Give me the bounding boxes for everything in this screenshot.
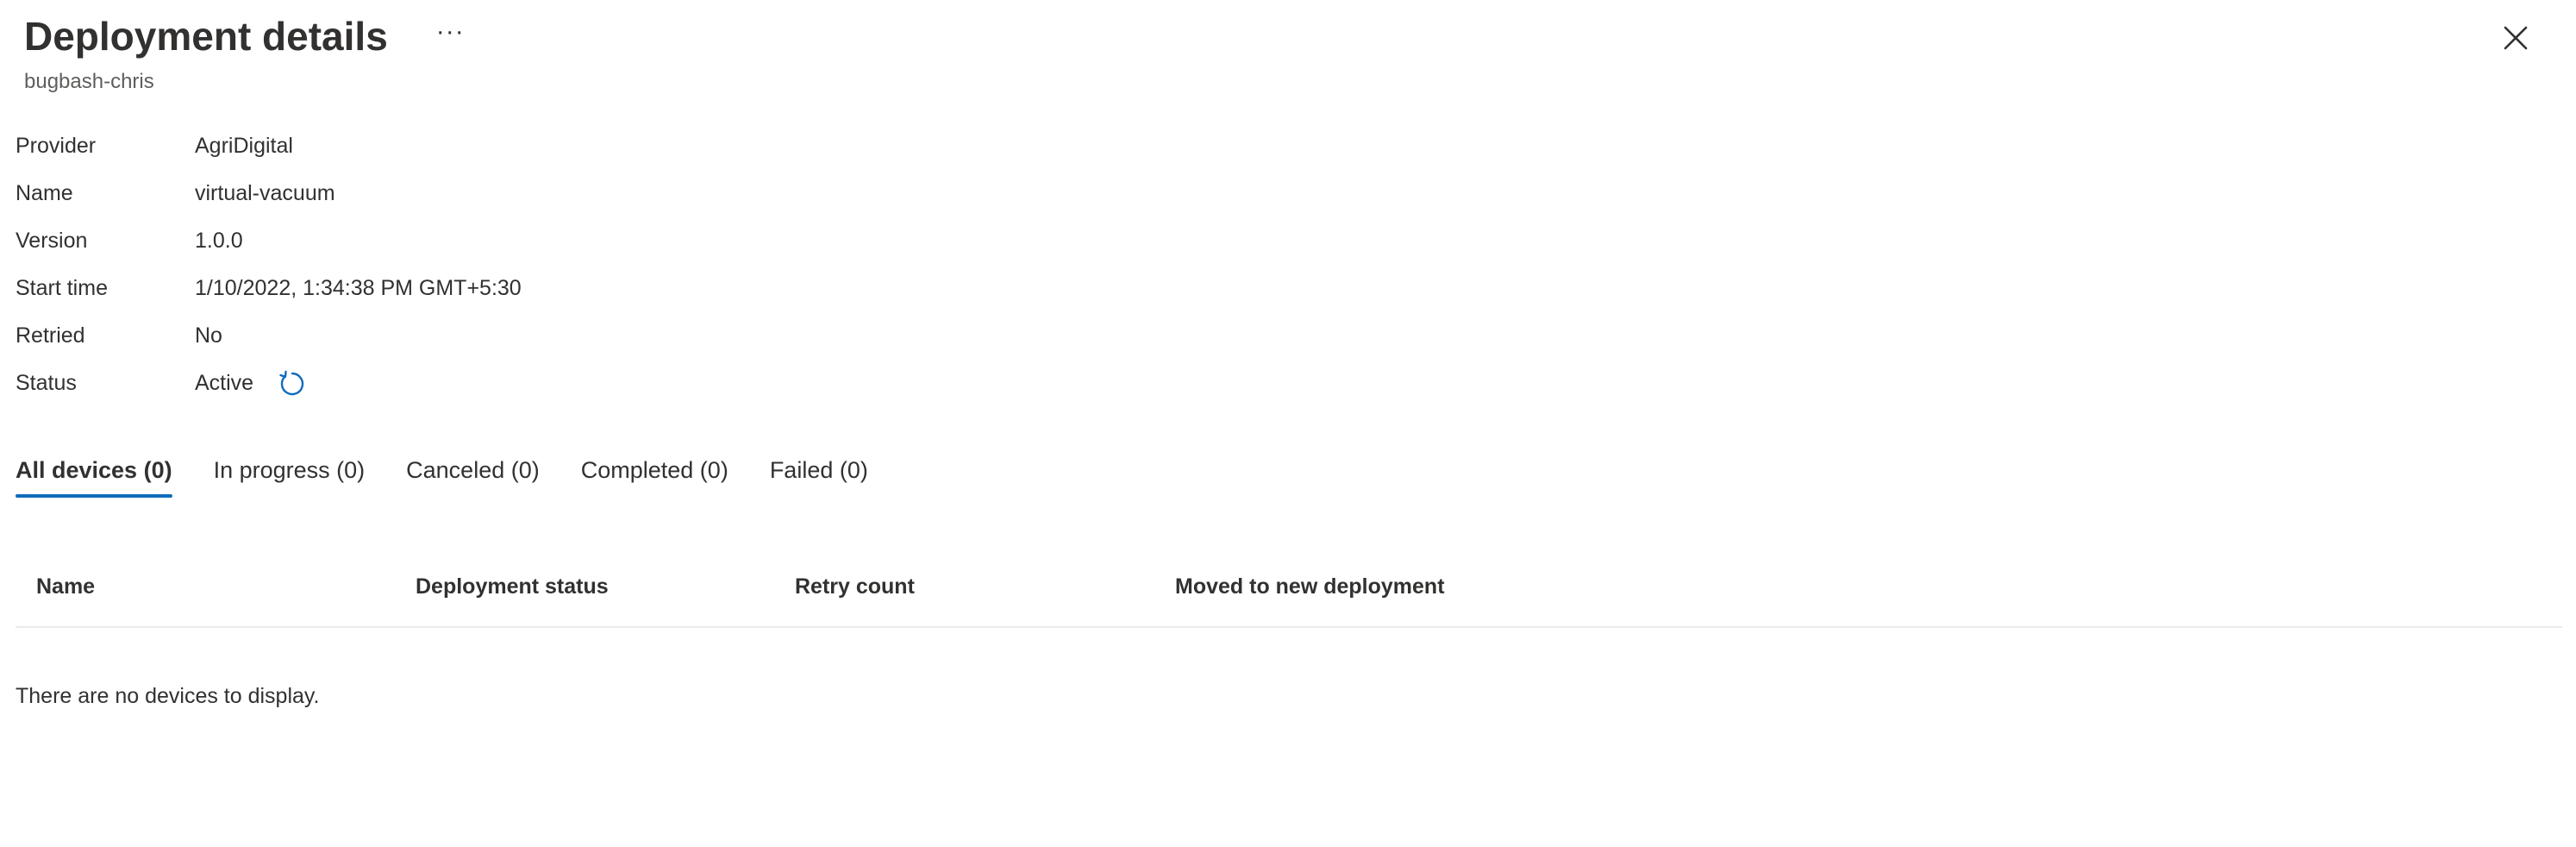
- device-tabs: All devices (0) In progress (0) Canceled…: [16, 457, 910, 498]
- column-header-retry-count[interactable]: Retry count: [795, 574, 915, 599]
- status-value-wrapper: Active: [195, 367, 309, 400]
- property-label: Name: [16, 181, 73, 205]
- title-row: Deployment details ···: [24, 12, 470, 60]
- property-row-name: Name virtual-vacuum: [16, 170, 522, 217]
- property-row-status: Status Active: [16, 360, 522, 407]
- tab-failed[interactable]: Failed (0): [770, 457, 868, 498]
- page-title: Deployment details: [24, 14, 388, 59]
- empty-table-message: There are no devices to display.: [16, 684, 320, 708]
- property-row-retried: Retried No: [16, 312, 522, 360]
- tab-all-devices[interactable]: All devices (0): [16, 457, 172, 498]
- close-icon: [2504, 26, 2528, 50]
- property-value: No: [195, 323, 222, 348]
- more-options-button[interactable]: ···: [431, 19, 470, 53]
- property-row-version: Version 1.0.0: [16, 217, 522, 265]
- status-value: Active: [195, 371, 254, 395]
- property-value: 1/10/2022, 1:34:38 PM GMT+5:30: [195, 276, 522, 300]
- tab-canceled[interactable]: Canceled (0): [406, 457, 540, 498]
- panel-header: Deployment details ··· bugbash-chris: [24, 12, 470, 95]
- property-row-provider: Provider AgriDigital: [16, 122, 522, 170]
- property-row-start-time: Start time 1/10/2022, 1:34:38 PM GMT+5:3…: [16, 265, 522, 312]
- tab-completed[interactable]: Completed (0): [581, 457, 728, 498]
- tab-in-progress[interactable]: In progress (0): [214, 457, 366, 498]
- page-subtitle: bugbash-chris: [24, 70, 154, 93]
- property-value: 1.0.0: [195, 229, 243, 253]
- column-header-deployment-status[interactable]: Deployment status: [416, 574, 609, 599]
- property-value: virtual-vacuum: [195, 181, 335, 205]
- column-header-moved-to-new-deployment[interactable]: Moved to new deployment: [1175, 574, 1445, 599]
- property-label: Status: [16, 371, 77, 395]
- refresh-icon-svg: [279, 370, 304, 395]
- property-label: Retried: [16, 323, 85, 348]
- property-value: AgriDigital: [195, 134, 293, 158]
- property-label: Provider: [16, 134, 97, 158]
- close-button[interactable]: [2498, 21, 2533, 55]
- devices-table-header: Name Deployment status Retry count Moved…: [16, 571, 2562, 628]
- property-label: Version: [16, 229, 88, 253]
- deployment-properties: Provider AgriDigital Name virtual-vacuum…: [16, 122, 522, 407]
- column-header-name[interactable]: Name: [36, 574, 95, 599]
- refresh-icon: [276, 367, 309, 400]
- property-label: Start time: [16, 276, 108, 300]
